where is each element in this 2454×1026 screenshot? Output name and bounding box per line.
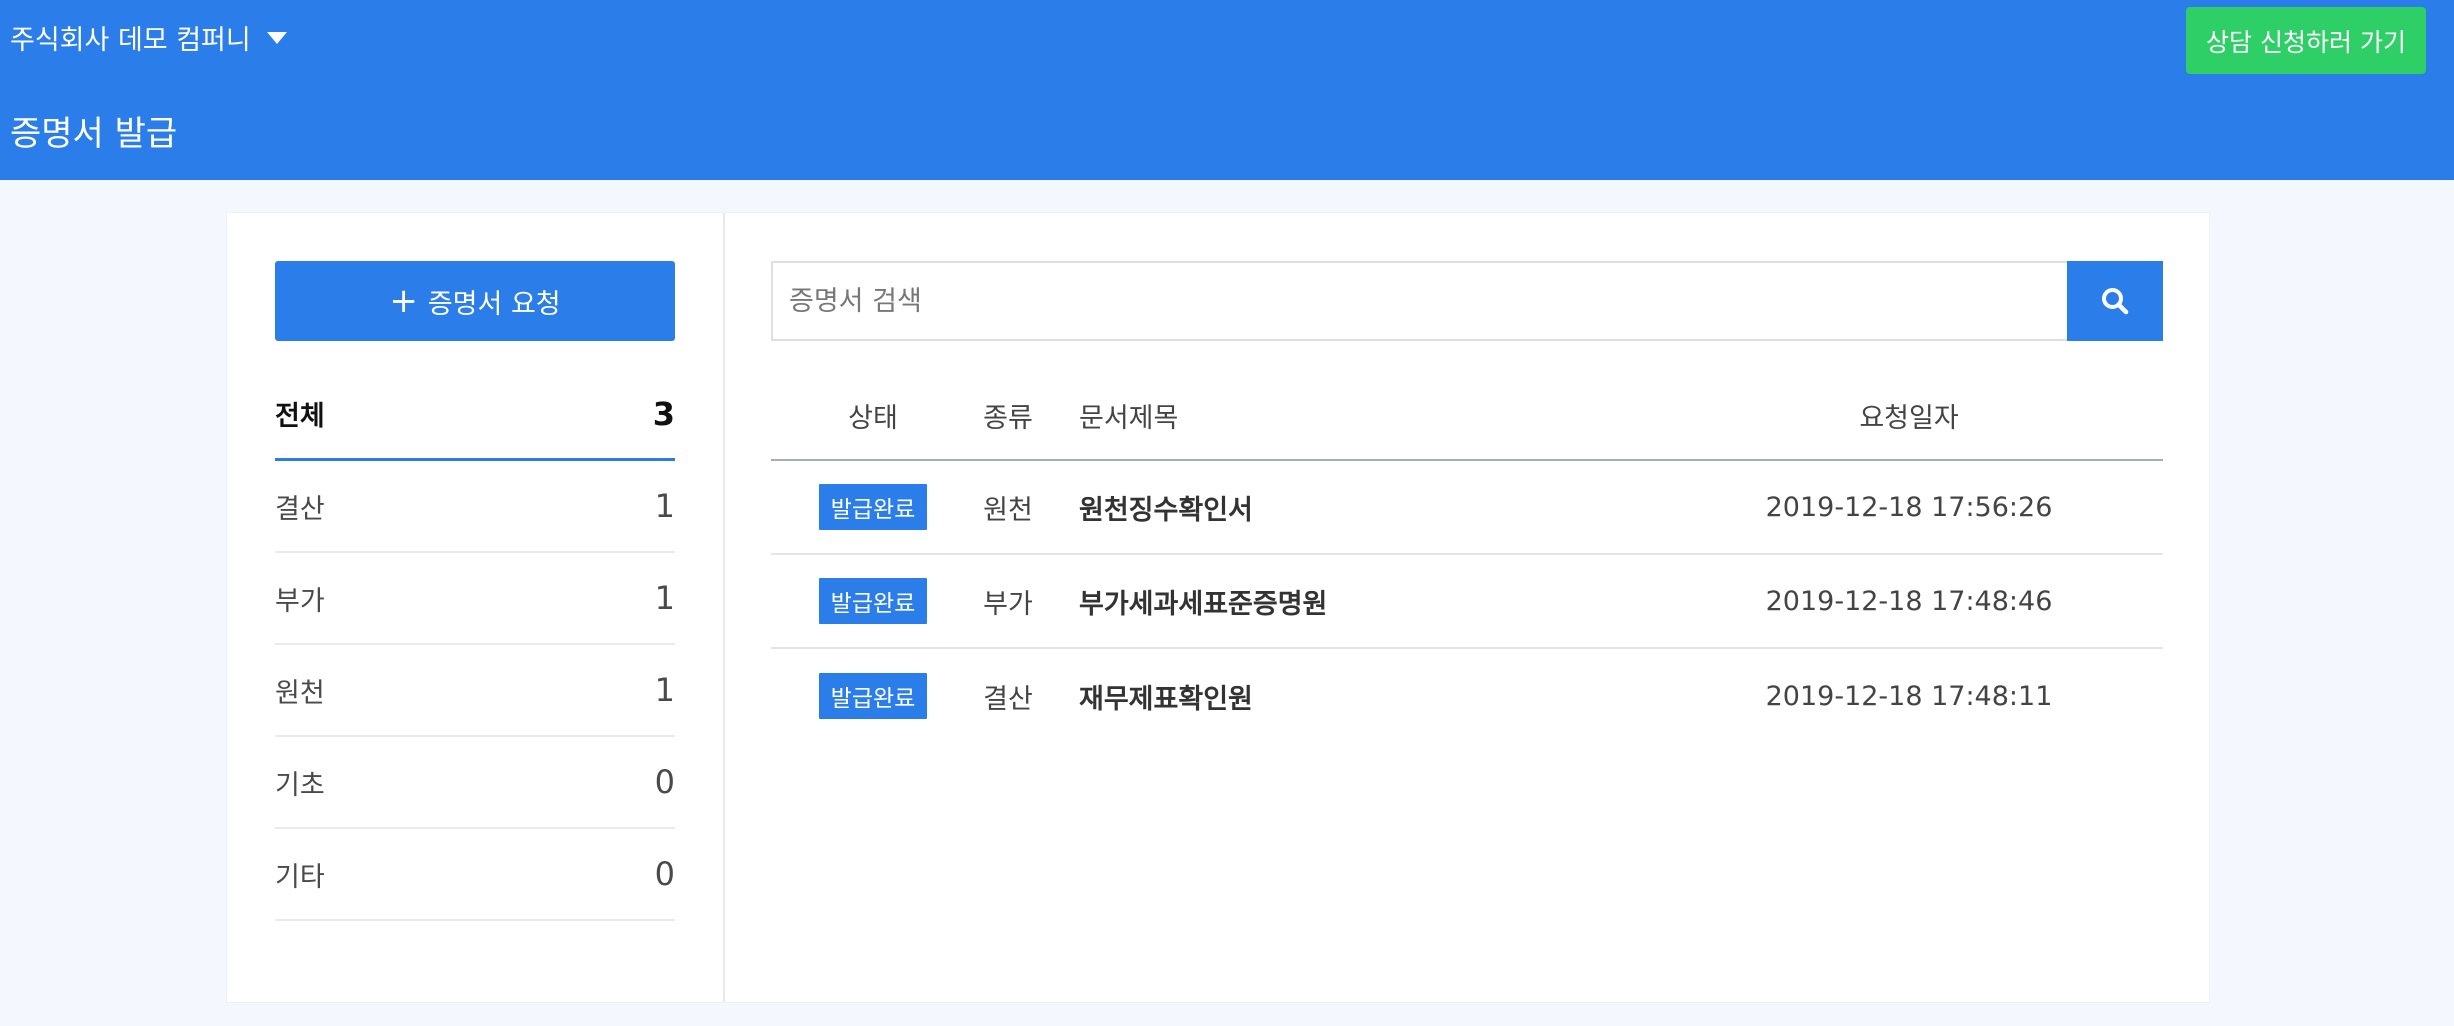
table-header: 상태 종류 문서제목 요청일자 [771,371,2163,461]
top-header: 주식회사 데모 컴퍼니 상담 신청하러 가기 증명서 발급 [0,0,2454,180]
category-withholding[interactable]: 원천 1 [275,645,675,737]
category-label: 전체 [275,401,325,432]
category-vat[interactable]: 부가 1 [275,553,675,645]
category-count: 1 [654,671,675,709]
header-date: 요청일자 [1859,402,1959,434]
table-row[interactable]: 발급완료 원천 원천징수확인서 2019-12-18 17:56:26 [771,461,2163,555]
category-basic[interactable]: 기초 0 [275,737,675,829]
category-label: 원천 [275,677,325,709]
type-cell: 부가 [983,588,1033,620]
request-date: 2019-12-18 17:48:46 [1765,585,2053,617]
category-all[interactable]: 전체 3 [275,369,675,461]
table-row[interactable]: 발급완료 부가 부가세과세표준증명원 2019-12-18 17:48:46 [771,555,2163,649]
company-selector[interactable]: 주식회사 데모 컴퍼니 [10,18,287,57]
category-count: 1 [654,579,675,617]
category-count: 1 [654,487,675,525]
status-cell: 발급완료 [771,578,975,624]
document-title-link[interactable]: 원천징수확인서 [1041,488,1655,527]
caret-down-icon [266,31,287,44]
header-status: 상태 [848,402,898,434]
type-cell: 결산 [983,683,1033,715]
main-card: + 증명서 요청 전체 3 결산 1 부가 1 원천 1 기초 0 기타 0 증… [226,212,2210,1003]
certificate-table: 상태 종류 문서제목 요청일자 발급완료 원천 원천징수확인서 2019-12-… [771,371,2163,743]
document-title-link[interactable]: 부가세과세표준증명원 [1041,582,1655,621]
category-other[interactable]: 기타 0 [275,829,675,921]
header-title: 문서제목 [1079,402,1179,434]
search-button[interactable] [2067,261,2163,341]
table-row[interactable]: 발급완료 결산 재무제표확인원 2019-12-18 17:48:11 [771,649,2163,743]
request-date: 2019-12-18 17:56:26 [1765,491,2053,523]
category-settlement[interactable]: 결산 1 [275,461,675,553]
request-certificate-button[interactable]: + 증명서 요청 [275,261,675,341]
status-cell: 발급완료 [771,484,975,530]
category-label: 부가 [275,585,325,617]
consult-button[interactable]: 상담 신청하러 가기 [2186,7,2426,74]
request-certificate-label: 증명서 요청 [427,288,561,320]
header-type: 종류 [983,402,1033,434]
category-sidebar: + 증명서 요청 전체 3 결산 1 부가 1 원천 1 기초 0 기타 0 [227,213,725,1002]
request-date: 2019-12-18 17:48:11 [1765,680,2053,712]
category-count: 0 [654,855,675,893]
certificate-list-panel: 상태 종류 문서제목 요청일자 발급완료 원천 원천징수확인서 2019-12-… [725,213,2209,1002]
status-cell: 발급완료 [771,673,975,719]
document-title-link[interactable]: 재무제표확인원 [1041,677,1655,716]
search-bar [771,261,2163,341]
page-title: 증명서 발급 [10,114,178,154]
type-cell: 원천 [983,494,1033,526]
category-count: 0 [654,763,675,801]
status-badge: 발급완료 [818,484,928,530]
category-label: 기타 [275,861,325,893]
status-badge: 발급완료 [818,578,928,624]
company-name: 주식회사 데모 컴퍼니 [10,25,251,56]
search-icon [2102,288,2129,315]
category-label: 기초 [275,769,325,801]
plus-icon: + [389,281,418,321]
search-input[interactable] [771,261,2067,341]
category-count: 3 [652,394,675,433]
category-label: 결산 [275,493,325,525]
status-badge: 발급완료 [818,673,928,719]
